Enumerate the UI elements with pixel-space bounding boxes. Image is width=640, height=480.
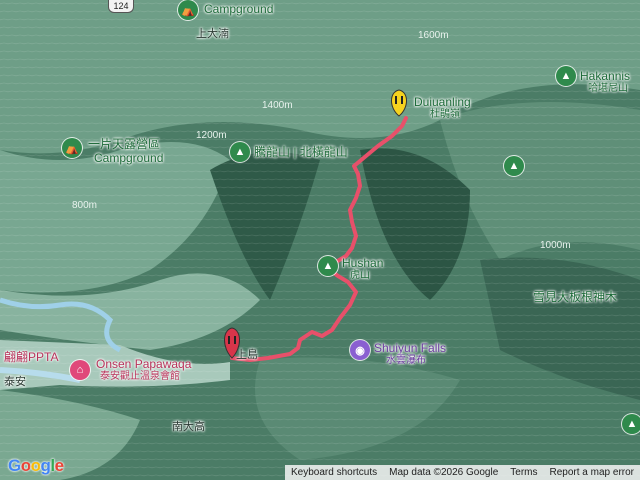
campground-top-icon[interactable]: ⛺: [178, 0, 198, 20]
mountain-east-icon[interactable]: ▲: [504, 156, 524, 176]
shuiyun-label-en: Shuiyun Falls: [374, 341, 447, 355]
hushan-label-en: Hushan: [342, 256, 384, 270]
tenglongshan-label: 騰龍山 | 北橫龍山: [254, 145, 348, 159]
start-label: 上島: [236, 349, 258, 361]
shangdatan-label: 上大湳: [196, 28, 229, 40]
attribution-bar: Keyboard shortcuts Map data ©2026 Google…: [284, 465, 640, 480]
hushan-label-zh: 虎山: [350, 270, 370, 281]
duiuanling-label-zh: 杜鵑嶺: [430, 109, 460, 120]
onsen-hotel-icon[interactable]: ⌂: [70, 360, 90, 380]
mountain-se-icon[interactable]: ▲: [622, 414, 640, 434]
hushan-mountain-icon[interactable]: ▲: [318, 256, 338, 276]
hakannis-label-zh: 哈堪尼山: [588, 83, 628, 94]
keyboard-shortcuts-link[interactable]: Keyboard shortcuts: [285, 465, 383, 480]
elevation-label: 800m: [72, 200, 98, 211]
duiuanling-label-en: Duiuanling: [414, 95, 471, 109]
nandagao-label: 南大高: [172, 421, 205, 433]
map-data-text: Map data ©2026 Google: [389, 467, 499, 478]
map-canvas[interactable]: 124 ⛺ Campground 上大湳 ▲ Hakannis 哈堪尼山 Dui…: [0, 0, 640, 480]
tenglongshan-mountain-icon[interactable]: ▲: [230, 142, 250, 162]
road-shield-124: 124: [108, 0, 134, 13]
taian-label: 泰安: [4, 376, 26, 388]
onsen-label-en: Onsen Papawaqa: [96, 357, 192, 371]
report-error-link[interactable]: Report a map error: [544, 465, 640, 480]
shuiyun-falls-camera-icon[interactable]: ◉: [350, 340, 370, 360]
elevation-label: 1000m: [540, 240, 571, 251]
campground-top-label: Campground: [204, 2, 274, 16]
ppta-label: 翩翩PPTA: [4, 350, 59, 364]
onsen-label-zh: 泰安觀止溫泉會館: [100, 371, 180, 382]
campground-left-icon[interactable]: ⛺: [62, 138, 82, 158]
elevation-label: 1400m: [262, 100, 293, 111]
elevation-label: 1600m: [418, 30, 449, 41]
hakannis-mountain-icon[interactable]: ▲: [556, 66, 576, 86]
xuejian-label: 雪見大板根神木: [533, 290, 618, 304]
google-logo[interactable]: Google: [8, 456, 64, 476]
elevation-label: 1200m: [196, 130, 227, 141]
campground-left-label-zh: 一片天露營區: [88, 137, 161, 151]
terms-link[interactable]: Terms: [504, 465, 543, 480]
campground-left-label-en: Campground: [94, 151, 164, 165]
hakannis-label-en: Hakannis: [580, 69, 631, 83]
shuiyun-label-zh: 水雲瀑布: [386, 355, 426, 366]
